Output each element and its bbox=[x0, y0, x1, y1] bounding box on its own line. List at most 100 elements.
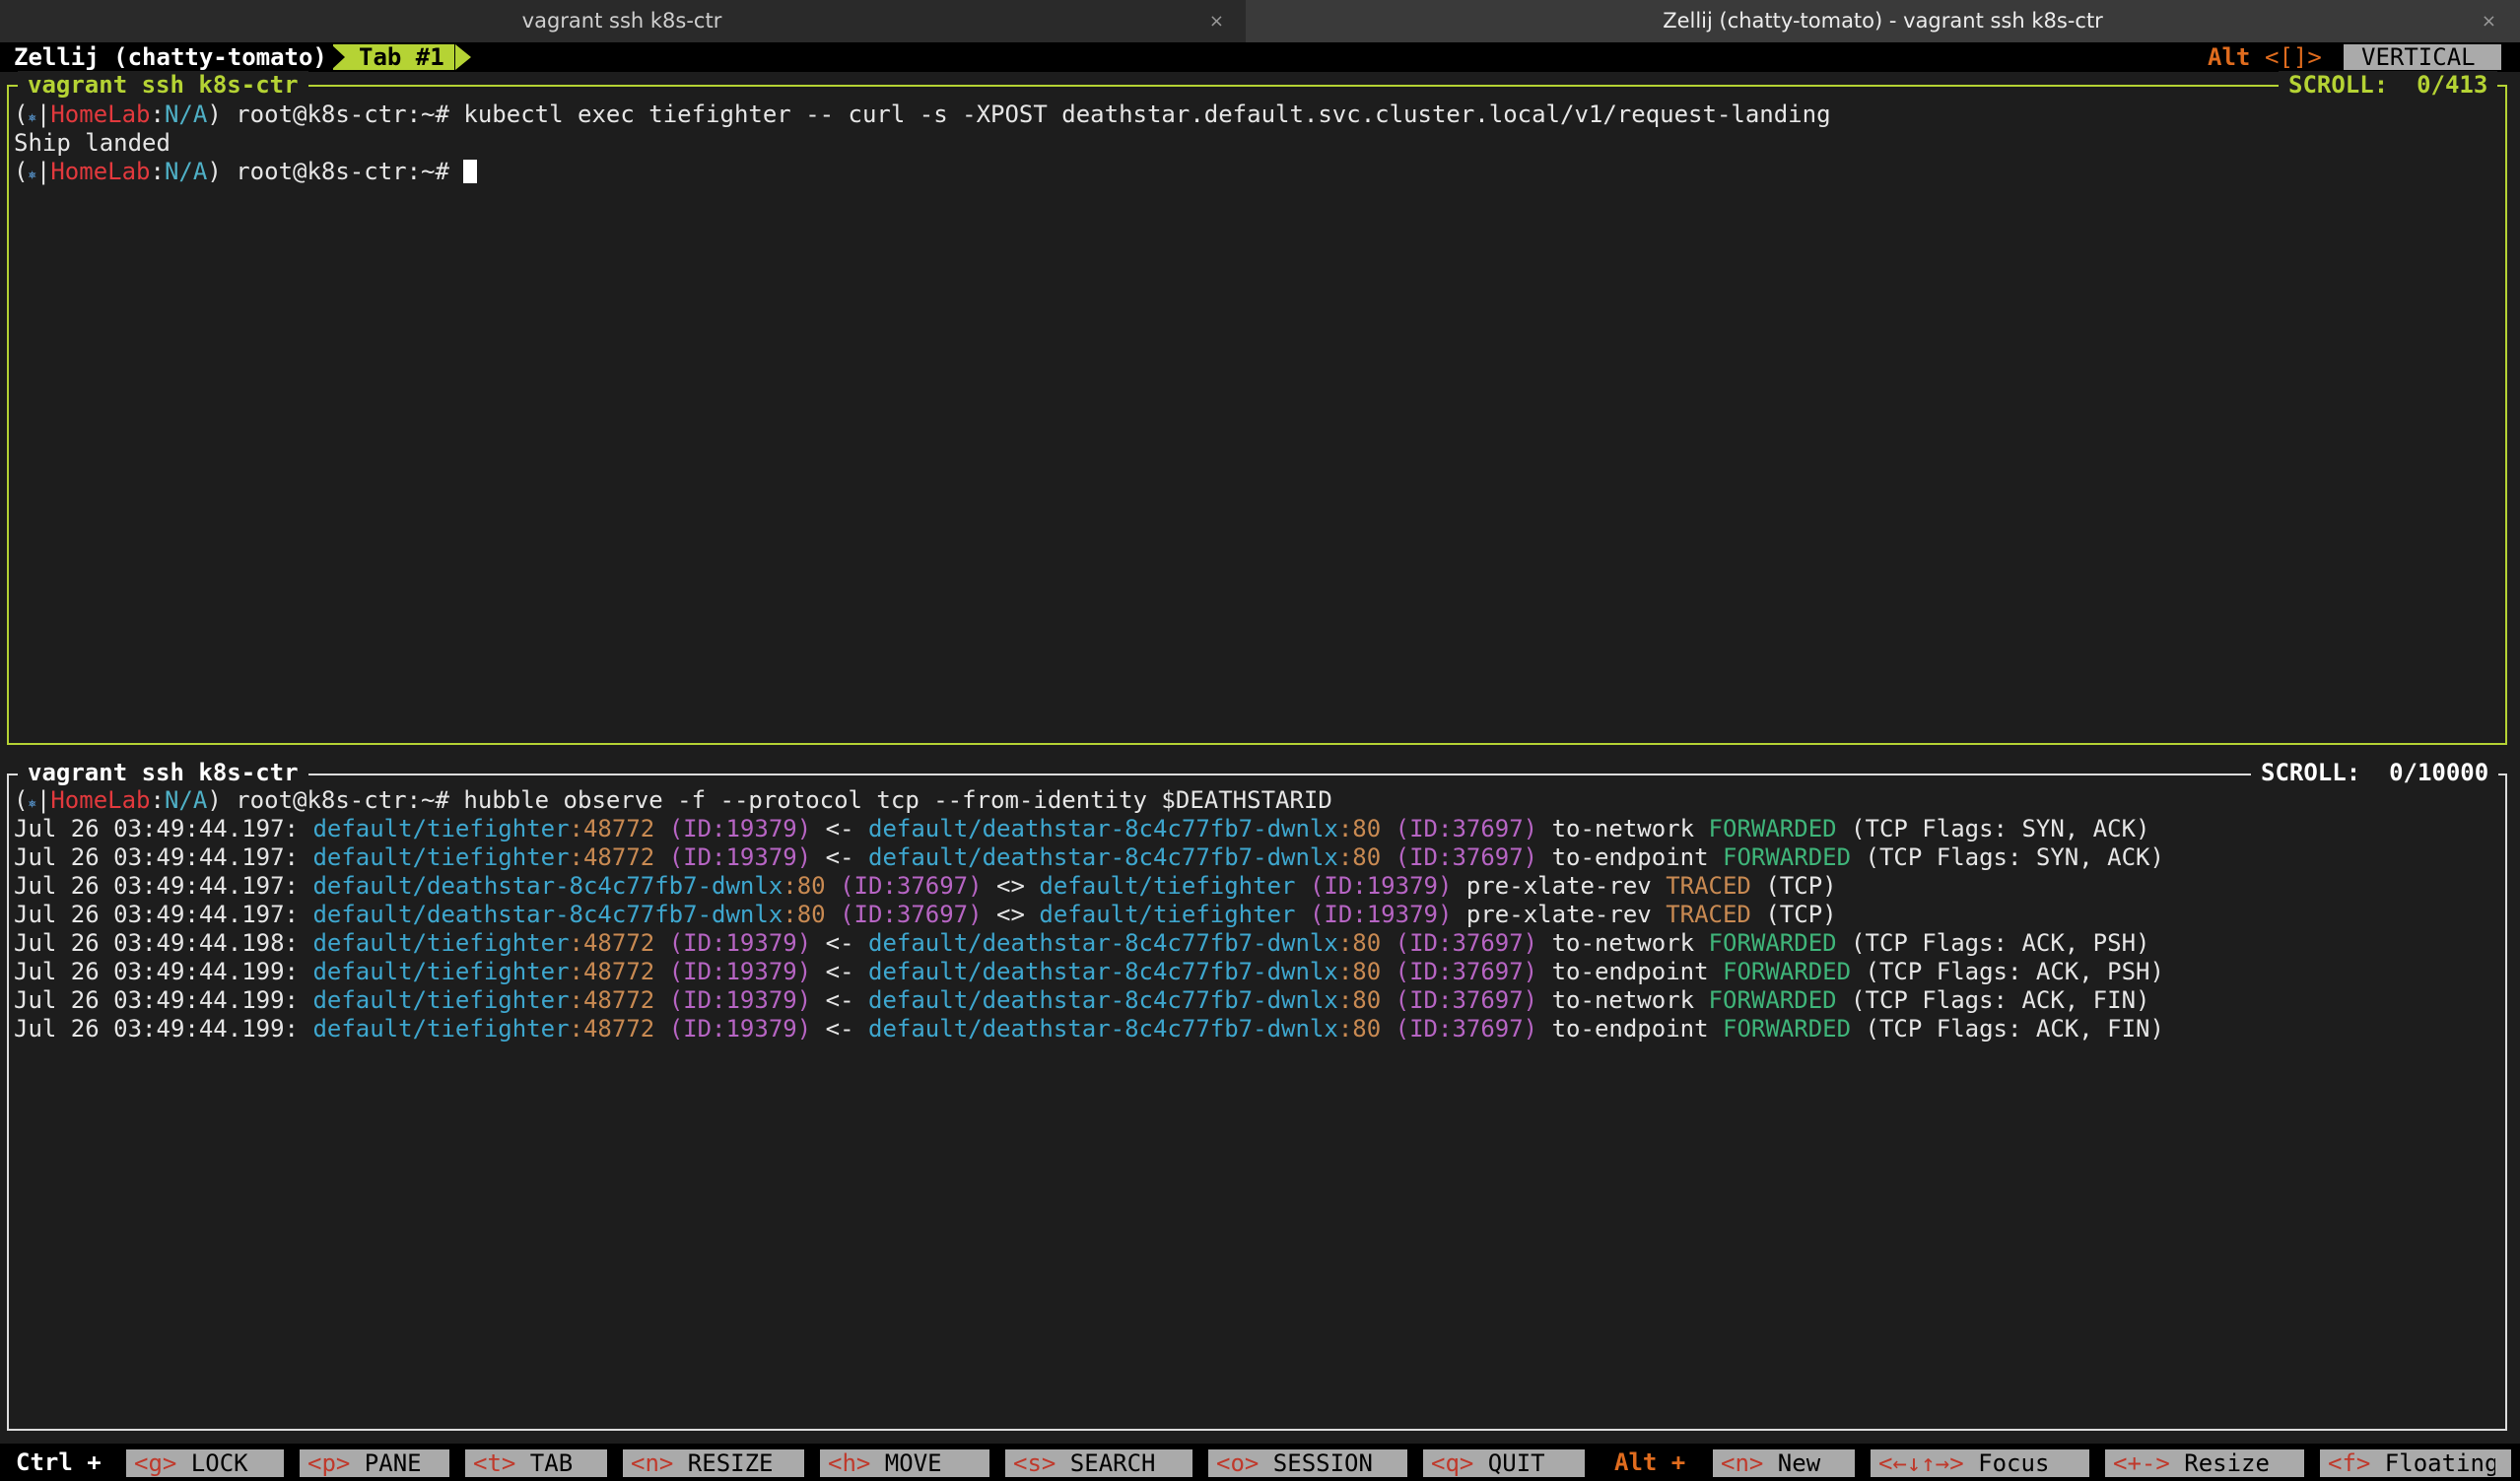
flow-sid: (ID:19379) bbox=[668, 958, 812, 985]
flow-time: Jul 26 03:49:44.197: bbox=[14, 872, 299, 900]
flow-did: (ID:37697) bbox=[1395, 815, 1538, 842]
flow-sport: :48772 bbox=[569, 986, 655, 1014]
alt-shortcut-item[interactable]: <←↓↑→> Focus bbox=[1871, 1449, 2089, 1477]
flow-dport: :80 bbox=[1337, 958, 1382, 985]
flow-sport: :80 bbox=[783, 901, 826, 928]
flow-row: Jul 26 03:49:44.199: default/tiefighter:… bbox=[14, 1015, 2164, 1043]
alt-shortcut-item[interactable]: <f> Floating bbox=[2320, 1449, 2511, 1477]
flow-verdict: TRACED bbox=[1666, 872, 1751, 900]
command-text: kubectl exec tiefighter -- curl -s -XPOS… bbox=[463, 101, 1831, 128]
segment-arrow-icon bbox=[1569, 1449, 1585, 1477]
command-text: hubble observe -f --protocol tcp --from-… bbox=[463, 786, 1332, 814]
close-icon[interactable]: × bbox=[1209, 0, 1224, 42]
flow-time: Jul 26 03:49:44.197: bbox=[14, 843, 299, 871]
flow-dir: <- bbox=[825, 815, 854, 842]
flow-sport: :48772 bbox=[569, 958, 655, 985]
flow-did: (ID:19379) bbox=[1309, 901, 1453, 928]
prompt-line-current[interactable]: (⎈|HomeLab:N/A) root@k8s-ctr:~# bbox=[14, 158, 478, 190]
flow-dir: <- bbox=[825, 929, 854, 957]
shortcut-label: SEARCH bbox=[1056, 1449, 1156, 1477]
flow-src: default/tiefighter bbox=[312, 843, 570, 871]
ctrl-shortcut-item[interactable]: <q> QUIT bbox=[1423, 1449, 1585, 1477]
window-tab-1[interactable]: vagrant ssh k8s-ctr × bbox=[0, 0, 1244, 42]
flow-dport: :80 bbox=[1337, 1015, 1382, 1043]
flow-flags: (TCP Flags: SYN, ACK) bbox=[1865, 843, 2164, 871]
flow-time: Jul 26 03:49:44.199: bbox=[14, 1015, 299, 1043]
tab-arrow-left-icon bbox=[331, 44, 345, 70]
flow-dir: <> bbox=[996, 872, 1025, 900]
flow-verdict: FORWARDED bbox=[1723, 958, 1852, 985]
layout-indicator[interactable]: VERTICAL bbox=[2344, 44, 2501, 70]
flow-time: Jul 26 03:49:44.197: bbox=[14, 901, 299, 928]
ctrl-shortcut-item[interactable]: <g> LOCK bbox=[126, 1449, 284, 1477]
shortcut-key: <p> bbox=[307, 1449, 351, 1477]
flow-verdict: FORWARDED bbox=[1723, 843, 1852, 871]
flow-src: default/tiefighter bbox=[312, 929, 570, 957]
flow-verdict: FORWARDED bbox=[1708, 815, 1837, 842]
ctrl-shortcut-item[interactable]: <s> SEARCH bbox=[1005, 1449, 1192, 1477]
flow-flags: (TCP Flags: ACK, FIN) bbox=[1851, 986, 2150, 1014]
flow-sport: :48772 bbox=[569, 815, 655, 842]
alt-shortcut-item[interactable]: <+-> Resize bbox=[2105, 1449, 2304, 1477]
flow-row: Jul 26 03:49:44.197: default/tiefighter:… bbox=[14, 843, 2164, 872]
flow-flags: (TCP Flags: ACK, PSH) bbox=[1865, 958, 2164, 985]
flow-dir: <- bbox=[825, 843, 854, 871]
segment-arrow-icon bbox=[1392, 1449, 1407, 1477]
flow-src: default/deathstar-8c4c77fb7-dwnlx bbox=[312, 901, 783, 928]
shortcut-key: <n> bbox=[1721, 1449, 1764, 1477]
window-tab-2[interactable]: Zellij (chatty-tomato) - vagrant ssh k8s… bbox=[1246, 0, 2520, 42]
flow-sid: (ID:37697) bbox=[840, 901, 983, 928]
tab-label: Tab #1 bbox=[359, 43, 444, 71]
flow-obs: to-network bbox=[1551, 929, 1695, 957]
shortcut-label: SESSION bbox=[1259, 1449, 1373, 1477]
shortcut-key: <s> bbox=[1013, 1449, 1056, 1477]
flow-src: default/tiefighter bbox=[312, 815, 570, 842]
flow-sport: :48772 bbox=[569, 929, 655, 957]
ctrl-shortcut-item[interactable]: <t> TAB bbox=[465, 1449, 607, 1477]
k8s-icon: ⎈ bbox=[28, 168, 36, 183]
ctrl-shortcut-item[interactable]: <n> RESIZE bbox=[623, 1449, 804, 1477]
ctrl-shortcut-item[interactable]: <p> PANE bbox=[300, 1449, 449, 1477]
flow-src: default/tiefighter bbox=[312, 958, 570, 985]
shortcut-key: <+-> bbox=[2113, 1449, 2170, 1477]
ctrl-shortcut-item[interactable]: <h> MOVE bbox=[820, 1449, 989, 1477]
alt-shortcut-item[interactable]: <n> New bbox=[1713, 1449, 1855, 1477]
shortcut-key: <n> bbox=[631, 1449, 674, 1477]
segment-arrow-icon bbox=[591, 1449, 607, 1477]
tab-1[interactable]: Tab #1 bbox=[333, 44, 454, 70]
shortcut-label: TAB bbox=[515, 1449, 574, 1477]
shortcut-label: Resize bbox=[2169, 1449, 2270, 1477]
alt-label: Alt + bbox=[1614, 1448, 1686, 1476]
shortcut-label: LOCK bbox=[176, 1449, 248, 1477]
window-tab-strip: vagrant ssh k8s-ctr × Zellij (chatty-tom… bbox=[0, 0, 2520, 42]
flow-obs: to-endpoint bbox=[1551, 958, 1709, 985]
scroll-indicator: SCROLL: 0/413 bbox=[2279, 71, 2498, 99]
zellij-tab-bar: Zellij (chatty-tomato) Tab #1 Alt <[]> V… bbox=[0, 42, 2520, 72]
window-tab-label: Zellij (chatty-tomato) - vagrant ssh k8s… bbox=[1663, 9, 2103, 33]
session-name: Zellij (chatty-tomato) bbox=[14, 43, 327, 71]
flow-sid: (ID:19379) bbox=[668, 843, 812, 871]
flow-obs: to-endpoint bbox=[1551, 1015, 1709, 1043]
shortcut-label: New bbox=[1763, 1449, 1821, 1477]
shortcut-label: Focus bbox=[1963, 1449, 2050, 1477]
flow-dst: default/tiefighter bbox=[1039, 901, 1296, 928]
flow-flags: (TCP) bbox=[1765, 901, 1837, 928]
ctrl-label: Ctrl + bbox=[16, 1448, 102, 1476]
flow-did: (ID:37697) bbox=[1395, 843, 1538, 871]
alt-label: Alt bbox=[2208, 43, 2251, 71]
k8s-icon: ⎈ bbox=[28, 110, 36, 126]
flow-time: Jul 26 03:49:44.199: bbox=[14, 958, 299, 985]
flow-flags: (TCP) bbox=[1765, 872, 1837, 900]
flow-dst: default/deathstar-8c4c77fb7-dwnlx bbox=[868, 958, 1338, 985]
ctrl-shortcut-item[interactable]: <o> SESSION bbox=[1208, 1449, 1407, 1477]
flow-dir: <> bbox=[996, 901, 1025, 928]
flow-dst: default/deathstar-8c4c77fb7-dwnlx bbox=[868, 1015, 1338, 1043]
segment-arrow-icon bbox=[2495, 1449, 2511, 1477]
close-icon[interactable]: × bbox=[2482, 0, 2496, 42]
flow-verdict: TRACED bbox=[1666, 901, 1751, 928]
segment-arrow-icon bbox=[434, 1449, 449, 1477]
flow-did: (ID:37697) bbox=[1395, 986, 1538, 1014]
flow-did: (ID:19379) bbox=[1309, 872, 1453, 900]
shortcut-key: <t> bbox=[473, 1449, 516, 1477]
flow-dport: :80 bbox=[1337, 986, 1382, 1014]
